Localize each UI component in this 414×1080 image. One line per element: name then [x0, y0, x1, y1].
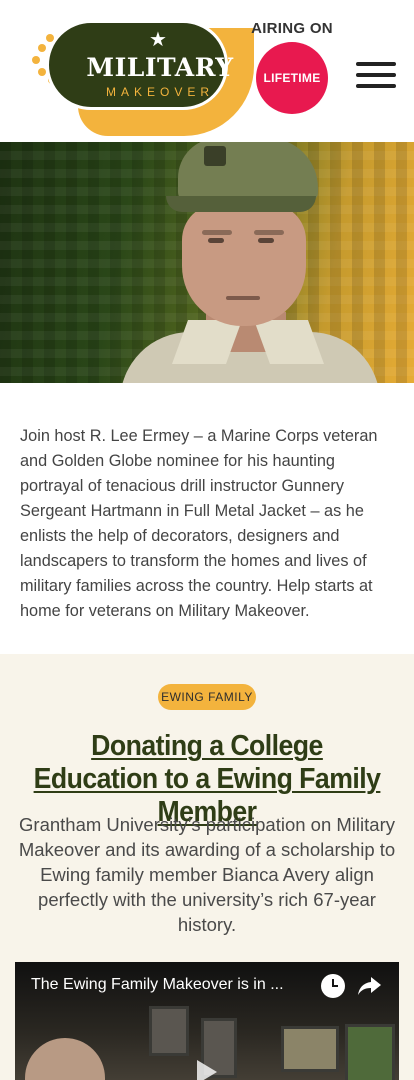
play-icon[interactable]	[197, 1060, 217, 1080]
logo-badge: ★ MILITARY MAKEOVER	[46, 20, 233, 110]
story-summary: Grantham University’s participation on M…	[18, 814, 396, 935]
lifetime-logo: LIFETIME	[256, 42, 328, 114]
featured-story-section: EWING FAMILY Donating a College Educatio…	[0, 654, 414, 1080]
airing-label: AIRING ON	[251, 20, 333, 37]
video-player[interactable]: The Ewing Family Makeover is in ...	[15, 962, 399, 1080]
rank-insignia-icon	[204, 146, 226, 166]
logo-subtitle: MAKEOVER	[105, 85, 214, 99]
site-header: ★ MILITARY MAKEOVER AIRING ON LIFETIME	[0, 0, 414, 142]
logo-title: MILITARY	[86, 53, 234, 82]
host-portrait	[120, 142, 380, 383]
clock-icon[interactable]	[321, 974, 345, 998]
hero-image	[0, 142, 414, 383]
category-tag[interactable]: EWING FAMILY	[158, 684, 256, 710]
share-icon[interactable]	[357, 974, 383, 998]
cap	[178, 142, 318, 202]
video-title[interactable]: The Ewing Family Makeover is in ...	[31, 974, 311, 996]
star-icon: ★	[149, 27, 167, 51]
lifetime-logo-text: LIFETIME	[263, 71, 321, 85]
military-makeover-logo[interactable]: ★ MILITARY MAKEOVER	[28, 18, 254, 138]
hamburger-menu-icon[interactable]	[356, 60, 398, 90]
airing-on-network[interactable]: AIRING ON LIFETIME	[244, 18, 340, 118]
intro-paragraph: Join host R. Lee Ermey – a Marine Corps …	[20, 427, 378, 620]
